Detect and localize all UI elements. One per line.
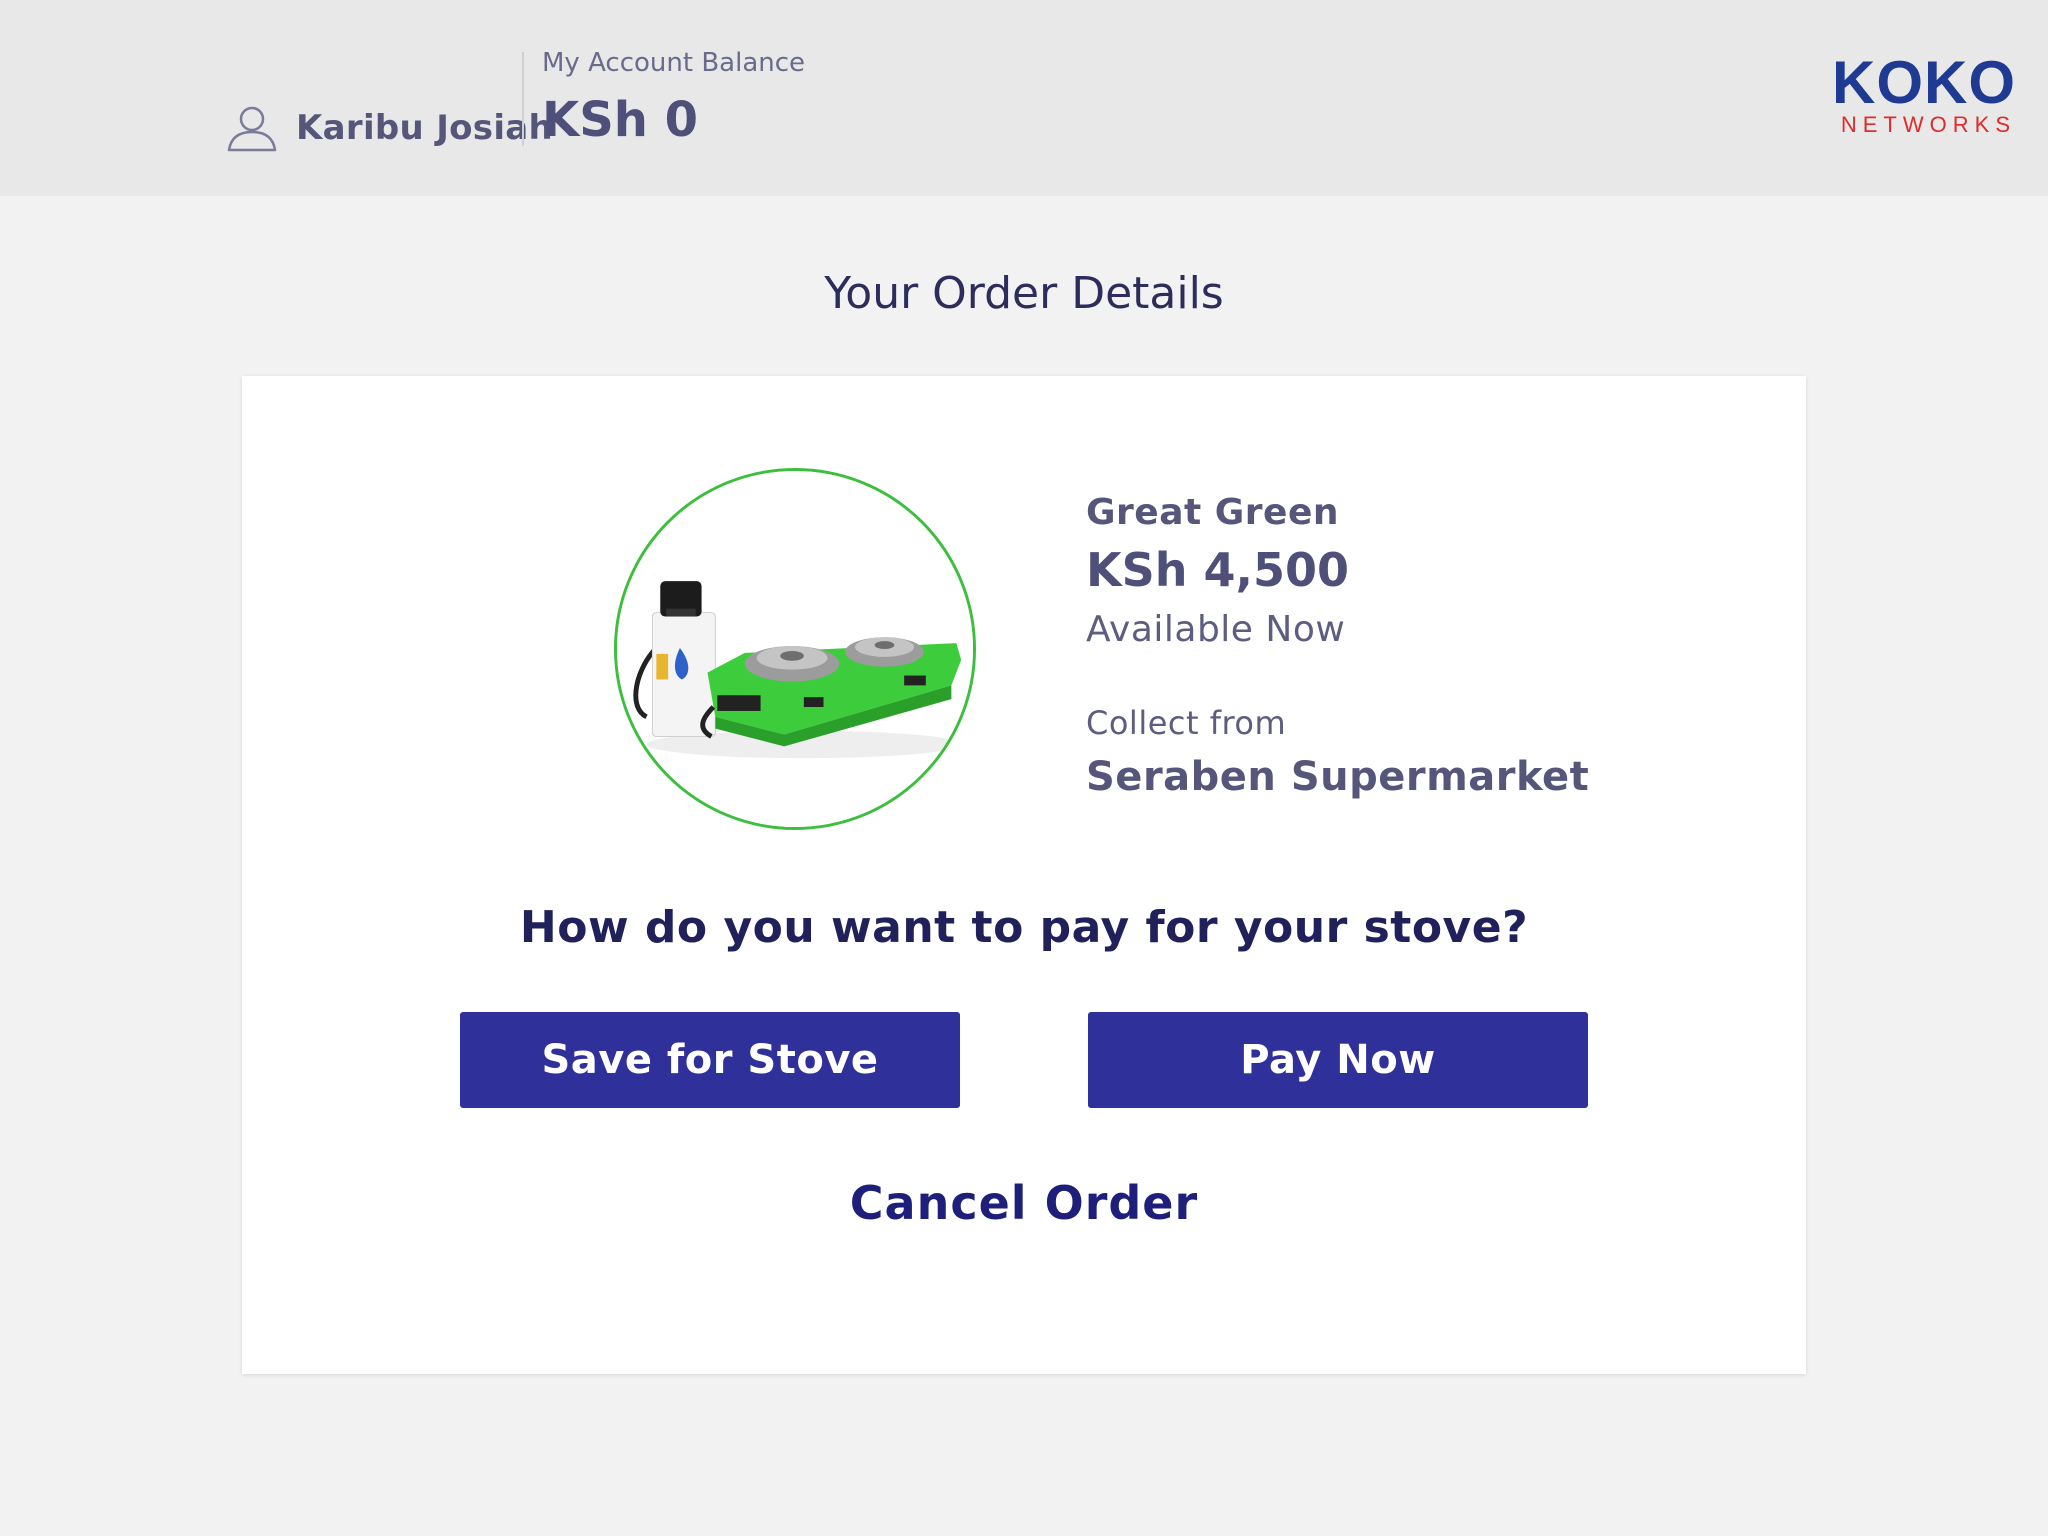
logo-primary-text: KOKO: [1832, 49, 2016, 116]
collect-location: Seraben Supermarket: [1086, 754, 1590, 800]
account-balance-label: My Account Balance: [542, 48, 806, 78]
order-details-card: Great Green KSh 4,500 Available Now Coll…: [242, 376, 1806, 1374]
payment-question: How do you want to pay for your stove?: [519, 902, 1529, 953]
product-image: [614, 468, 976, 830]
save-for-stove-button[interactable]: Save for Stove: [460, 1012, 960, 1108]
user-name: Karibu Josiah: [296, 108, 554, 148]
koko-logo: KOKO NETWORKS: [1832, 49, 2016, 138]
pay-now-button[interactable]: Pay Now: [1088, 1012, 1588, 1108]
stove-product-image: [617, 471, 973, 827]
user-icon: [227, 106, 277, 152]
header-divider: [522, 52, 524, 146]
cancel-order-link[interactable]: Cancel Order: [242, 1176, 1806, 1230]
user-profile[interactable]: Karibu Josiah: [226, 104, 553, 152]
top-header: Karibu Josiah My Account Balance KSh 0 K…: [0, 0, 2048, 196]
product-availability: Available Now: [1086, 609, 1346, 650]
account-balance-value: KSh 0: [542, 92, 699, 148]
logo-secondary-text: NETWORKS: [1840, 112, 2016, 137]
collect-label: Collect from: [1086, 704, 1287, 742]
page-title: Your Order Details: [824, 268, 1224, 319]
product-info: Great Green KSh 4,500 Available Now Coll…: [1086, 492, 1589, 800]
product-price: KSh 4,500: [1086, 543, 1350, 597]
product-name: Great Green: [1086, 492, 1340, 533]
